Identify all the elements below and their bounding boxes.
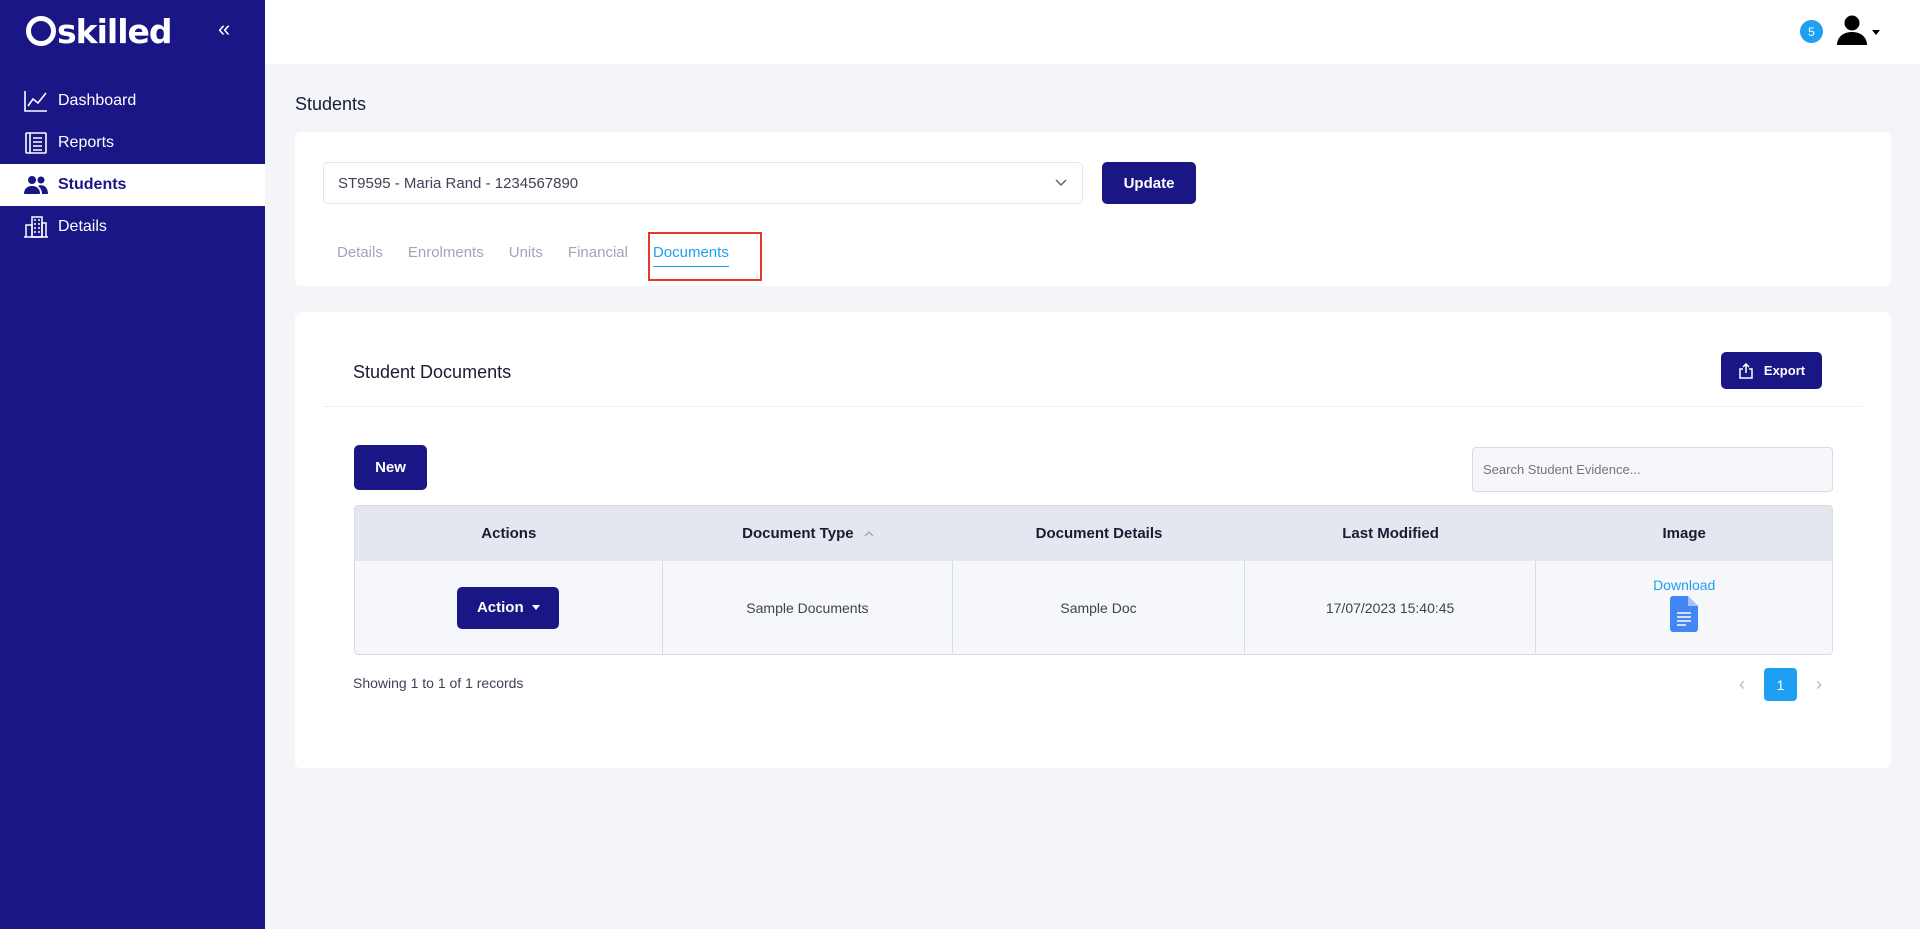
student-select[interactable]: ST9595 - Maria Rand - 1234567890 — [323, 162, 1083, 204]
sort-ascending-icon — [864, 525, 874, 542]
divider — [323, 406, 1863, 407]
new-document-button[interactable]: New — [354, 445, 427, 490]
brand-logo[interactable]: skilled — [26, 12, 173, 51]
actions-cell: Action — [355, 561, 663, 654]
chart-line-icon — [24, 89, 48, 113]
brand-text: skilled — [57, 12, 173, 51]
logo-e-mark — [26, 16, 56, 46]
records-info: Showing 1 to 1 of 1 records — [353, 675, 524, 691]
sidebar-item-label: Dashboard — [58, 92, 137, 109]
export-icon — [1739, 362, 1753, 379]
table-header: Actions Document Type Document Details L… — [355, 506, 1832, 561]
page-number-current[interactable]: 1 — [1764, 668, 1797, 701]
user-menu[interactable] — [1836, 14, 1880, 51]
table-row: Action Sample Documents Sample Doc 17/07… — [355, 561, 1832, 654]
building-icon — [24, 215, 48, 239]
tab-highlight-box — [648, 232, 762, 281]
sidebar-nav: Dashboard Reports Students Details — [0, 80, 265, 248]
tab-financial[interactable]: Financial — [568, 244, 628, 267]
caret-down-icon — [531, 605, 540, 610]
student-select-value: ST9595 - Maria Rand - 1234567890 — [338, 174, 579, 192]
pagination: ‹ 1 › — [1727, 668, 1834, 701]
sidebar-item-label: Students — [58, 176, 127, 193]
action-label: Action — [476, 599, 524, 616]
sidebar-item-students[interactable]: Students — [0, 164, 265, 206]
search-input[interactable] — [1472, 447, 1833, 492]
student-documents-card: Student Documents Export New Actions Doc… — [295, 312, 1891, 768]
document-file-icon[interactable] — [1670, 596, 1699, 635]
update-button[interactable]: Update — [1102, 162, 1196, 204]
next-page-icon[interactable]: › — [1804, 674, 1834, 695]
last-modified-cell: 17/07/2023 15:40:45 — [1245, 561, 1537, 654]
chevron-down-icon — [1872, 30, 1880, 35]
top-bar: 5 — [265, 0, 1920, 64]
document-type-cell: Sample Documents — [663, 561, 954, 654]
sidebar-item-reports[interactable]: Reports — [0, 122, 265, 164]
section-title: Student Documents — [353, 362, 512, 382]
documents-table: Actions Document Type Document Details L… — [354, 505, 1833, 655]
column-header-document-details[interactable]: Document Details — [953, 506, 1245, 561]
reports-icon — [24, 131, 48, 155]
collapse-sidebar-icon[interactable]: « — [218, 16, 230, 42]
sidebar: skilled « Dashboard Reports Students Det… — [0, 0, 265, 929]
chevron-down-icon — [1054, 175, 1068, 193]
export-button[interactable]: Export — [1721, 352, 1822, 389]
tab-details[interactable]: Details — [337, 244, 383, 267]
users-icon — [24, 173, 48, 197]
notification-badge[interactable]: 5 — [1800, 20, 1823, 43]
action-dropdown-button[interactable]: Action — [457, 586, 560, 629]
tab-enrolments[interactable]: Enrolments — [408, 244, 484, 267]
column-header-actions[interactable]: Actions — [355, 506, 663, 561]
previous-page-icon[interactable]: ‹ — [1727, 674, 1757, 695]
tab-units[interactable]: Units — [509, 244, 543, 267]
sidebar-item-dashboard[interactable]: Dashboard — [0, 80, 265, 122]
column-header-label: Document Type — [742, 525, 854, 542]
image-cell: Download — [1536, 561, 1832, 654]
sidebar-item-details[interactable]: Details — [0, 206, 265, 248]
download-link[interactable]: Download — [1653, 577, 1715, 593]
page-title: Students — [295, 94, 367, 114]
user-avatar-icon — [1836, 14, 1868, 51]
document-details-cell: Sample Doc — [953, 561, 1245, 654]
column-header-image[interactable]: Image — [1536, 506, 1832, 561]
student-selector-card: ST9595 - Maria Rand - 1234567890 Update … — [295, 132, 1891, 286]
column-header-document-type[interactable]: Document Type — [663, 506, 954, 561]
export-label: Export — [1763, 363, 1806, 378]
sidebar-item-label: Details — [58, 218, 107, 235]
column-header-last-modified[interactable]: Last Modified — [1245, 506, 1537, 561]
sidebar-item-label: Reports — [58, 134, 115, 151]
